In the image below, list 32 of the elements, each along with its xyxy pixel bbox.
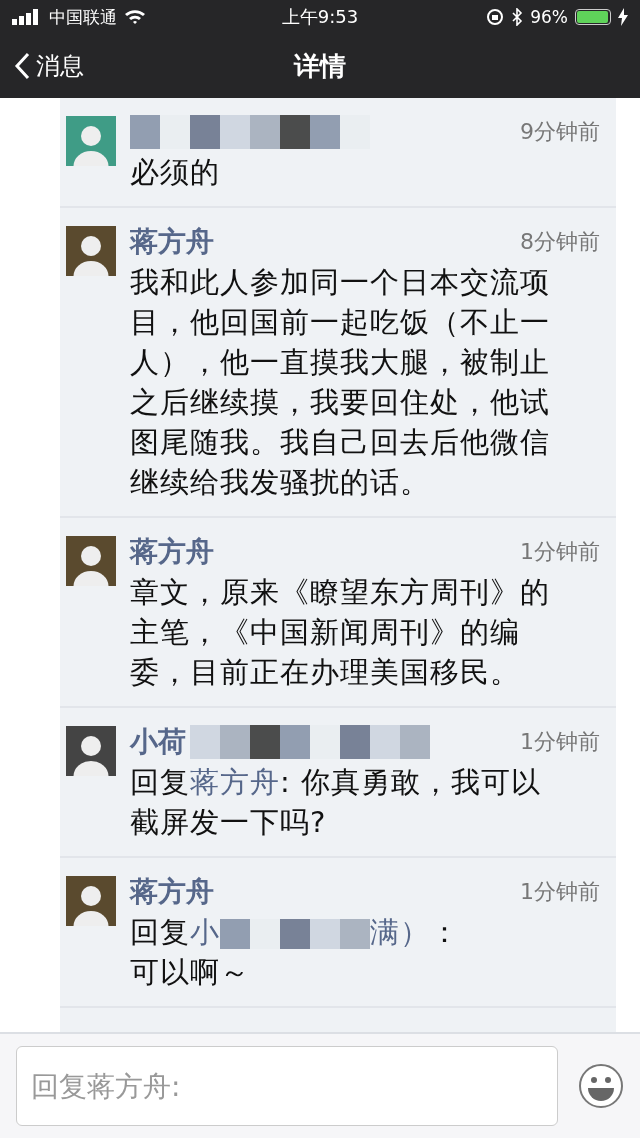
avatar-icon (66, 116, 116, 166)
chevron-icon (14, 52, 30, 80)
user-name[interactable]: 蒋方舟 (130, 223, 214, 261)
user-name[interactable]: 小荷 (130, 723, 186, 761)
comment-text: 回复蒋方舟: 你真勇敢，我可以截屏发一下吗? (130, 764, 542, 841)
charging-icon (618, 8, 628, 26)
avatar-icon (66, 876, 116, 926)
comment-text: 章文，原来《瞭望东方周刊》的主笔，《中国新闻周刊》的编委，目前正在办理美国移民。 (130, 574, 551, 691)
avatar-icon (66, 226, 116, 276)
comment-text: 回复小 满）： 可以啊～ (130, 914, 461, 991)
avatar-icon (66, 536, 116, 586)
back-button[interactable]: 消息 (0, 50, 98, 82)
reply-field[interactable]: 回复蒋方舟: (16, 1046, 558, 1126)
comment-time: 1分钟前 (520, 878, 600, 906)
comment-time: 1分钟前 (520, 728, 600, 756)
comment-text: 必须的 (130, 154, 221, 191)
user-name[interactable]: 蒋方舟 (130, 533, 214, 571)
comment-time: 9分钟前 (520, 118, 600, 146)
carrier-name: 中国联通 (49, 5, 117, 29)
avatar-icon (66, 726, 116, 776)
battery-icon (575, 9, 611, 25)
wifi-icon (124, 9, 146, 25)
comment-time: 1分钟前 (520, 538, 600, 566)
bluetooth-icon (511, 8, 524, 26)
smiley-icon[interactable] (578, 1063, 624, 1109)
rotation-lock-icon (486, 8, 505, 26)
status-time: 上午9:53 (281, 5, 359, 29)
user-name[interactable]: 蒋方舟 (130, 873, 214, 911)
comment-text: 我和此人参加同一个日本交流项目，他回国前一起吃饭（不止一人），他一直摸我大腿，被制止之后继续摸，我要回住处，他试图尾随我。我自己回去后他微信继续给我发骚扰的话。 (130, 264, 551, 501)
comment-time: 8分钟前 (520, 228, 600, 256)
battery-percent: 96% (530, 7, 568, 27)
page-title: 详情 (294, 49, 346, 83)
